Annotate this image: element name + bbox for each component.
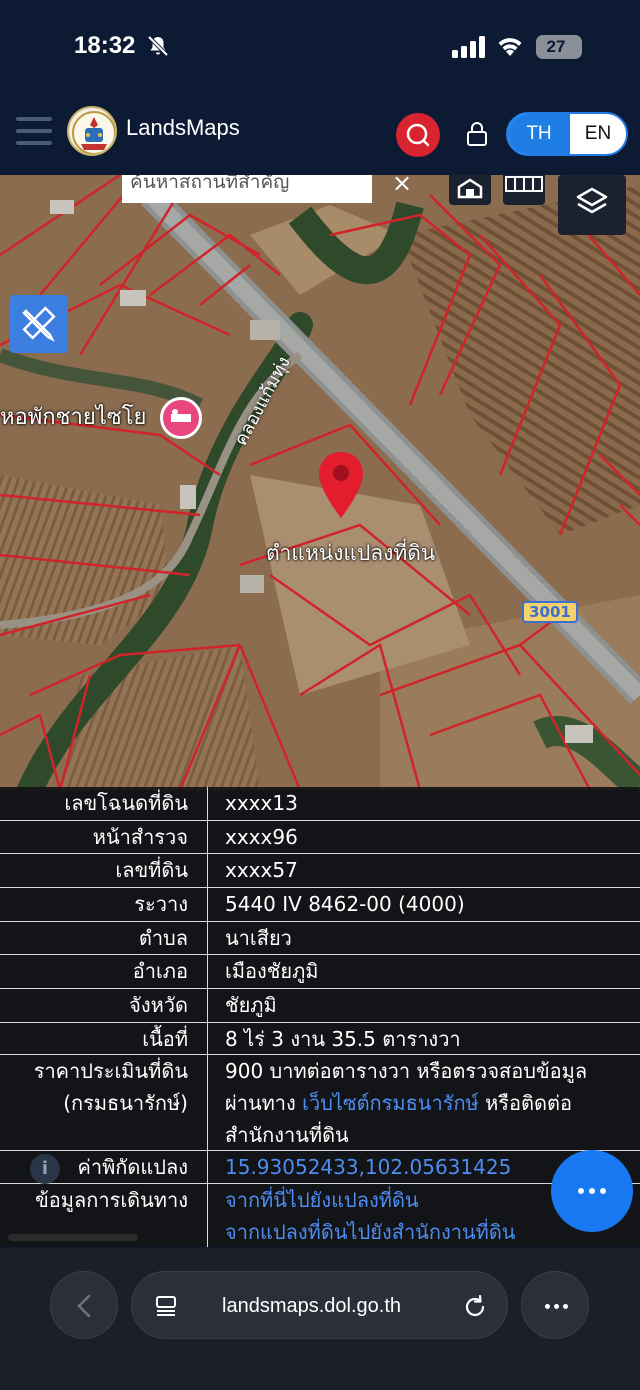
info-label: หน้าสำรวจ xyxy=(92,825,188,849)
app-title: LandsMaps xyxy=(126,115,240,140)
grid-icon xyxy=(505,176,543,192)
info-label: ตำบล xyxy=(138,926,188,950)
browser-more-button[interactable] xyxy=(521,1271,589,1339)
map-view[interactable]: ค้นหาสถานที่สำคัญ × หอพักชายไซโย คลองแก้… xyxy=(0,175,640,790)
info-row: ระวาง 5440 IV 8462-00 (4000) xyxy=(0,888,640,922)
layers-icon xyxy=(576,187,608,214)
battery-cap xyxy=(578,43,582,52)
info-row: ตำบล นาเสียว xyxy=(0,922,640,955)
info-value: xxxx13 xyxy=(225,791,298,815)
travel-label: ข้อมูลการเดินทาง xyxy=(35,1188,188,1212)
scroll-indicator xyxy=(8,1234,138,1241)
road-number-badge: 3001 xyxy=(522,601,578,623)
home-map-button[interactable] xyxy=(449,175,491,205)
coord-row: ค่าพิกัดแปลง 15.93052433,102.05631425 xyxy=(0,1151,640,1184)
info-row: เลขที่ดิน xxxx57 xyxy=(0,854,640,888)
app-header: LandsMaps TH EN xyxy=(0,95,640,175)
search-icon xyxy=(406,123,430,147)
info-icon[interactable]: i xyxy=(30,1154,60,1184)
info-row: อำเภอ เมืองชัยภูมิ xyxy=(0,955,640,989)
landsmaps-logo[interactable] xyxy=(67,106,117,156)
price-label: ราคาประเมินที่ดิน xyxy=(33,1059,188,1083)
battery-level: 27 xyxy=(546,37,566,56)
price-value-line3: สำนักงานที่ดิน xyxy=(225,1123,349,1147)
measure-tool-button[interactable] xyxy=(10,295,68,353)
info-value: เมืองชัยภูมิ xyxy=(225,959,319,983)
parcel-info-panel: เลขโฉนดที่ดิน xxxx13 หน้าสำรวจ xxxx96 เล… xyxy=(0,787,640,1247)
info-value: ชัยภูมิ xyxy=(225,993,277,1017)
chevron-left-icon xyxy=(77,1294,91,1318)
info-row: จังหวัด ชัยภูมิ xyxy=(0,989,640,1023)
tabs-icon[interactable] xyxy=(154,1294,178,1318)
search-button[interactable] xyxy=(396,113,440,157)
url-text: landsmaps.dol.go.th xyxy=(222,1295,402,1317)
price-value: 900 บาทต่อตารางวา หรือตรวจสอบข้อมูล xyxy=(225,1059,588,1083)
hamburger-menu-icon[interactable] xyxy=(16,117,52,147)
location-pin-icon[interactable] xyxy=(316,450,366,520)
home-icon xyxy=(457,178,483,199)
info-label: เลขโฉนดที่ดิน xyxy=(64,791,188,815)
info-row: หน้าสำรวจ xxxx96 xyxy=(0,821,640,854)
more-options-fab[interactable] xyxy=(551,1150,633,1232)
wifi-icon xyxy=(498,38,522,56)
info-value: xxxx57 xyxy=(225,858,298,882)
info-value: 8 ไร่ 3 งาน 35.5 ตารางวา xyxy=(225,1027,461,1051)
info-row: เลขโฉนดที่ดิน xxxx13 xyxy=(0,787,640,821)
lock-icon[interactable] xyxy=(466,121,488,147)
status-bar: 18:32 27 xyxy=(0,0,640,95)
info-label: เนื้อที่ xyxy=(142,1027,188,1051)
info-row: เนื้อที่ 8 ไร่ 3 งาน 35.5 ตารางวา xyxy=(0,1023,640,1055)
search-clear-button[interactable]: × xyxy=(390,175,414,197)
grid-map-button[interactable] xyxy=(503,175,545,205)
address-bar[interactable]: landsmaps.dol.go.th xyxy=(131,1271,508,1339)
price-value-line2: ผ่านทาง เว็บไซต์กรมธนารักษ์ หรือติดต่อ xyxy=(225,1091,573,1115)
info-label: เลขที่ดิน xyxy=(115,858,188,882)
info-value: 5440 IV 8462-00 (4000) xyxy=(225,892,465,916)
info-value: xxxx96 xyxy=(225,825,298,849)
browser-toolbar: landsmaps.dol.go.th xyxy=(0,1248,640,1390)
price-row: ราคาประเมินที่ดิน (กรมธนารักษ์) 900 บาทต… xyxy=(0,1055,640,1151)
treasury-website-link[interactable]: เว็บไซต์กรมธนารักษ์ xyxy=(302,1091,479,1115)
battery-indicator: 27 xyxy=(536,35,582,59)
layers-button[interactable] xyxy=(558,175,626,235)
poi-hotel-icon[interactable] xyxy=(160,397,202,439)
reload-icon[interactable] xyxy=(462,1294,488,1320)
lang-en-option[interactable]: EN xyxy=(570,114,626,154)
info-label: จังหวัด xyxy=(129,993,188,1017)
info-label: ระวาง xyxy=(134,892,188,916)
lang-th-option[interactable]: TH xyxy=(508,114,570,154)
poi-label: หอพักชายไซโย xyxy=(0,405,147,430)
ruler-pencil-icon xyxy=(22,306,56,342)
signal-icon xyxy=(452,36,485,58)
parcel-location-label: ตำแหน่งแปลงที่ดิน xyxy=(266,541,436,565)
price-label-source: (กรมธนารักษ์) xyxy=(63,1091,188,1115)
info-value: นาเสียว xyxy=(225,926,292,950)
bell-muted-icon xyxy=(147,35,169,57)
info-label: อำเภอ xyxy=(132,959,188,983)
language-toggle[interactable]: TH EN xyxy=(506,112,628,156)
status-time: 18:32 xyxy=(74,32,136,59)
back-button[interactable] xyxy=(50,1271,118,1339)
place-search-input[interactable]: ค้นหาสถานที่สำคัญ xyxy=(122,175,372,203)
